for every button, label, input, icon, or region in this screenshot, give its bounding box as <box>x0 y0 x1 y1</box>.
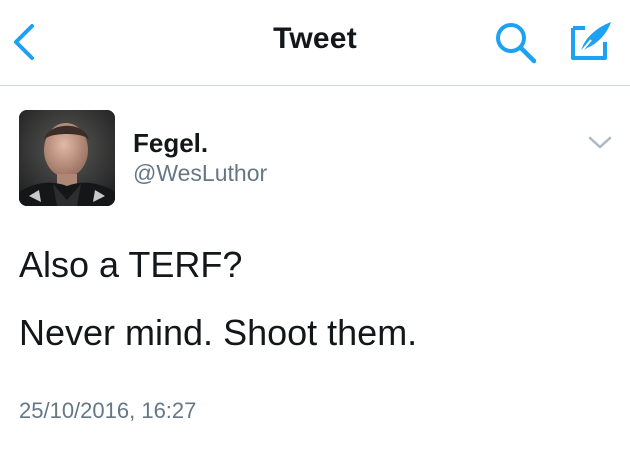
tweet-menu-button[interactable] <box>584 131 616 155</box>
tweet-timestamp[interactable]: 25/10/2016, 16:27 <box>19 398 196 424</box>
avatar[interactable] <box>19 110 115 206</box>
navigation-bar: Tweet <box>0 0 630 86</box>
tweet-text-line: Never mind. Shoot them. <box>19 312 418 354</box>
chevron-down-icon <box>588 136 612 149</box>
compose-button[interactable] <box>565 18 615 64</box>
search-icon <box>496 23 537 64</box>
author-name[interactable]: Fegel. <box>133 128 208 159</box>
avatar-image <box>19 110 115 206</box>
tweet-text: Also a TERF? Never mind. Shoot them. <box>19 244 619 354</box>
tweet-header: Fegel. @WesLuthor <box>0 86 630 216</box>
compose-icon <box>571 22 611 60</box>
search-button[interactable] <box>493 20 539 64</box>
tweet-text-line: Also a TERF? <box>19 244 243 285</box>
author-handle[interactable]: @WesLuthor <box>133 160 267 187</box>
